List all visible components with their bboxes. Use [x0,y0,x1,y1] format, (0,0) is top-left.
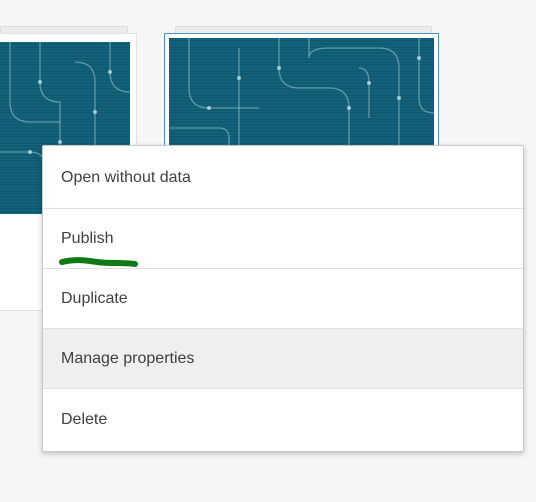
menu-item-label: Manage properties [61,349,195,367]
app-thumbnail-right [169,38,434,148]
menu-item-open-without-data[interactable]: Open without data [43,148,523,208]
menu-item-manage-properties[interactable]: Manage properties [43,328,523,388]
menu-item-label: Open without data [61,169,191,186]
menu-item-label: Duplicate [61,289,128,307]
menu-item-publish[interactable]: Publish [43,208,523,268]
context-menu: Open without data Publish Duplicate Mana… [42,145,524,452]
menu-item-delete[interactable]: Delete [43,388,523,451]
menu-item-label: Delete [61,411,108,428]
app-card-right[interactable] [165,34,438,152]
menu-item-duplicate[interactable]: Duplicate [43,268,523,328]
circuit-pattern-icon [169,38,434,148]
menu-item-label: Publish [61,229,114,247]
